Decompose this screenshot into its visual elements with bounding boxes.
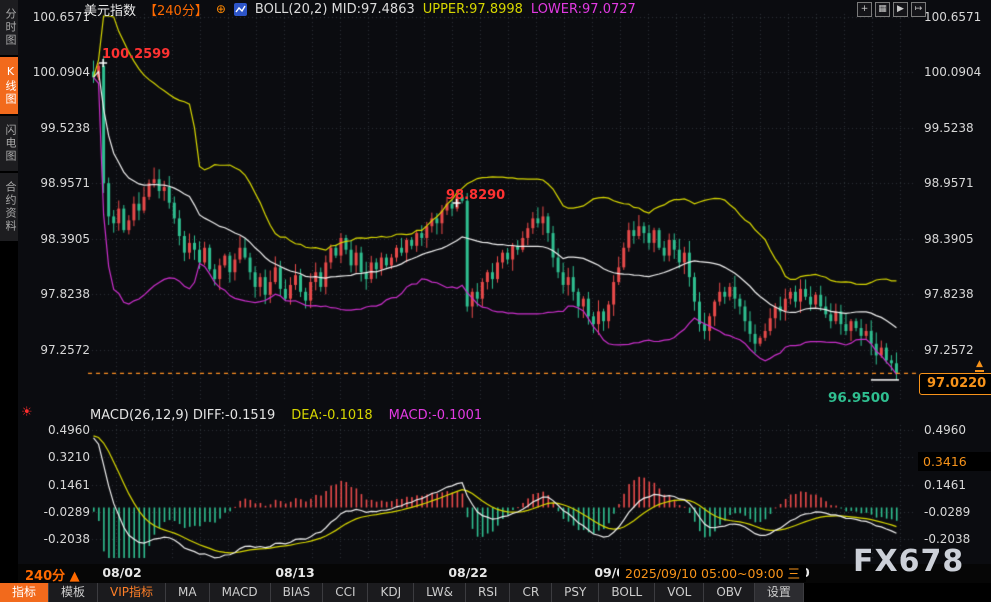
toolbar-item-lwr[interactable]: LW& [414,583,466,602]
date-axis-row: 240分 ▲ 08/0208/1308/2209/0209/10 2025/09… [18,564,991,583]
y-axis-label: 97.2572 [924,343,974,357]
y-axis-label: -0.0289 [24,505,90,519]
boll-lower-value: LOWER:97.0727 [531,2,636,17]
macd-settings-icon[interactable]: ☀ [21,405,33,420]
sidebar-item-kline-chart[interactable]: K线图 [0,57,18,114]
pan-icon[interactable]: + [857,2,872,17]
annotation-low: 96.9500 [828,390,890,406]
interval-label: 【240分】 [144,0,208,19]
trading-app-window: 分时图 K线图闪电图合约资料 美元指数 【240分】 ⊕ BOLL(20,2) M… [0,0,991,602]
sidebar: 分时图 K线图闪电图合约资料 [0,0,18,602]
x-axis-label: 08/13 [275,565,314,580]
macd-dea-value: DEA:-0.1018 [291,408,372,423]
y-axis-label: -0.2038 [24,532,90,546]
y-axis-label: 100.0904 [24,65,90,79]
macd-axis-value-box: 0.3416 [918,452,991,471]
toolbar-item-ma[interactable]: MA [166,583,210,602]
sidebar-item-lightning-chart[interactable]: 闪电图 [0,116,18,171]
y-axis-label: -0.0289 [924,505,970,519]
y-axis-label: 98.9571 [24,176,90,190]
annotation-swing-high: 98.8290 [446,188,505,203]
y-axis-label: 99.5238 [924,121,974,135]
toolbar-item-rsi[interactable]: RSI [466,583,511,602]
bar-tooltip: 2025/09/10 05:00~09:00 三 [619,565,806,582]
y-axis-label: 98.3905 [24,232,90,246]
symbol-title: 美元指数 [84,0,136,19]
annotation-high: 100.2599 [102,47,170,62]
y-axis-label: 98.9571 [924,176,974,190]
toolbar-item-psy[interactable]: PSY [552,583,599,602]
toolbar-item-cci[interactable]: CCI [323,583,368,602]
toolbar-item-settings[interactable]: 设置 [755,583,804,602]
toolbar-item-vip-indicator[interactable]: VIP指标 [98,583,166,602]
last-price-box: 97.0220 [919,373,991,395]
sidebar-item-timeshare-chart[interactable]: 分时图 [0,0,18,55]
toolbar-item-indicator[interactable]: 指标 [0,583,49,602]
chart-toolbar-icons: +▦▶↦ [857,2,926,17]
grid-panel-icon[interactable]: ▦ [875,2,890,17]
exit-icon[interactable]: ↦ [911,2,926,17]
macd-header: MACD(26,12,9) DIFF:-0.1519 DEA:-0.1018 M… [90,408,482,423]
indicator-toolbar: 指标模板VIP指标MAMACDBIASCCIKDJLW&RSICRPSYBOLL… [0,583,991,602]
y-axis-label: 100.6571 [924,10,981,24]
add-overlay-icon[interactable]: ⊕ [216,2,226,16]
y-axis-label: 0.3210 [24,450,90,464]
toolbar-item-cr[interactable]: CR [510,583,552,602]
sidebar-item-contract-info[interactable]: 合约资料 [0,173,18,241]
toolbar-item-obv[interactable]: OBV [704,583,755,602]
toolbar-item-kdj[interactable]: KDJ [368,583,414,602]
play-icon[interactable]: ▶ [893,2,908,17]
watermark-logo: FX678 [853,544,964,579]
macd-macd-value: MACD:-0.1001 [389,408,483,423]
x-axis-label: 08/02 [102,565,141,580]
chart-canvas[interactable] [0,0,991,602]
y-axis-label: 0.1461 [924,478,966,492]
y-axis-label: 99.5238 [24,121,90,135]
kline-mini-icon [234,3,247,16]
y-axis-label: 100.6571 [24,10,90,24]
x-axis-label: 08/22 [448,565,487,580]
y-axis-label: 97.8238 [924,287,974,301]
toolbar-item-vol[interactable]: VOL [655,583,704,602]
chart-header: 美元指数 【240分】 ⊕ BOLL(20,2) MID:97.4863 UPP… [84,1,636,17]
macd-diff-value: MACD(26,12,9) DIFF:-0.1519 [90,408,275,423]
toolbar-item-macd[interactable]: MACD [210,583,271,602]
price-up-arrow-icon[interactable]: ▲ [975,359,984,372]
y-axis-label: 100.0904 [924,65,981,79]
y-axis-label: 98.3905 [924,232,974,246]
y-axis-label: 0.4960 [24,423,90,437]
toolbar-item-template[interactable]: 模板 [49,583,98,602]
y-axis-label: 0.4960 [924,423,966,437]
toolbar-item-boll[interactable]: BOLL [599,583,655,602]
y-axis-label: 97.2572 [24,343,90,357]
boll-upper-value: UPPER:97.8998 [423,2,523,17]
y-axis-label: 0.1461 [24,478,90,492]
interval-selector[interactable]: 240分 ▲ [25,565,80,584]
boll-mid-value: BOLL(20,2) MID:97.4863 [255,2,415,17]
y-axis-label: 97.8238 [24,287,90,301]
toolbar-item-bias[interactable]: BIAS [271,583,324,602]
